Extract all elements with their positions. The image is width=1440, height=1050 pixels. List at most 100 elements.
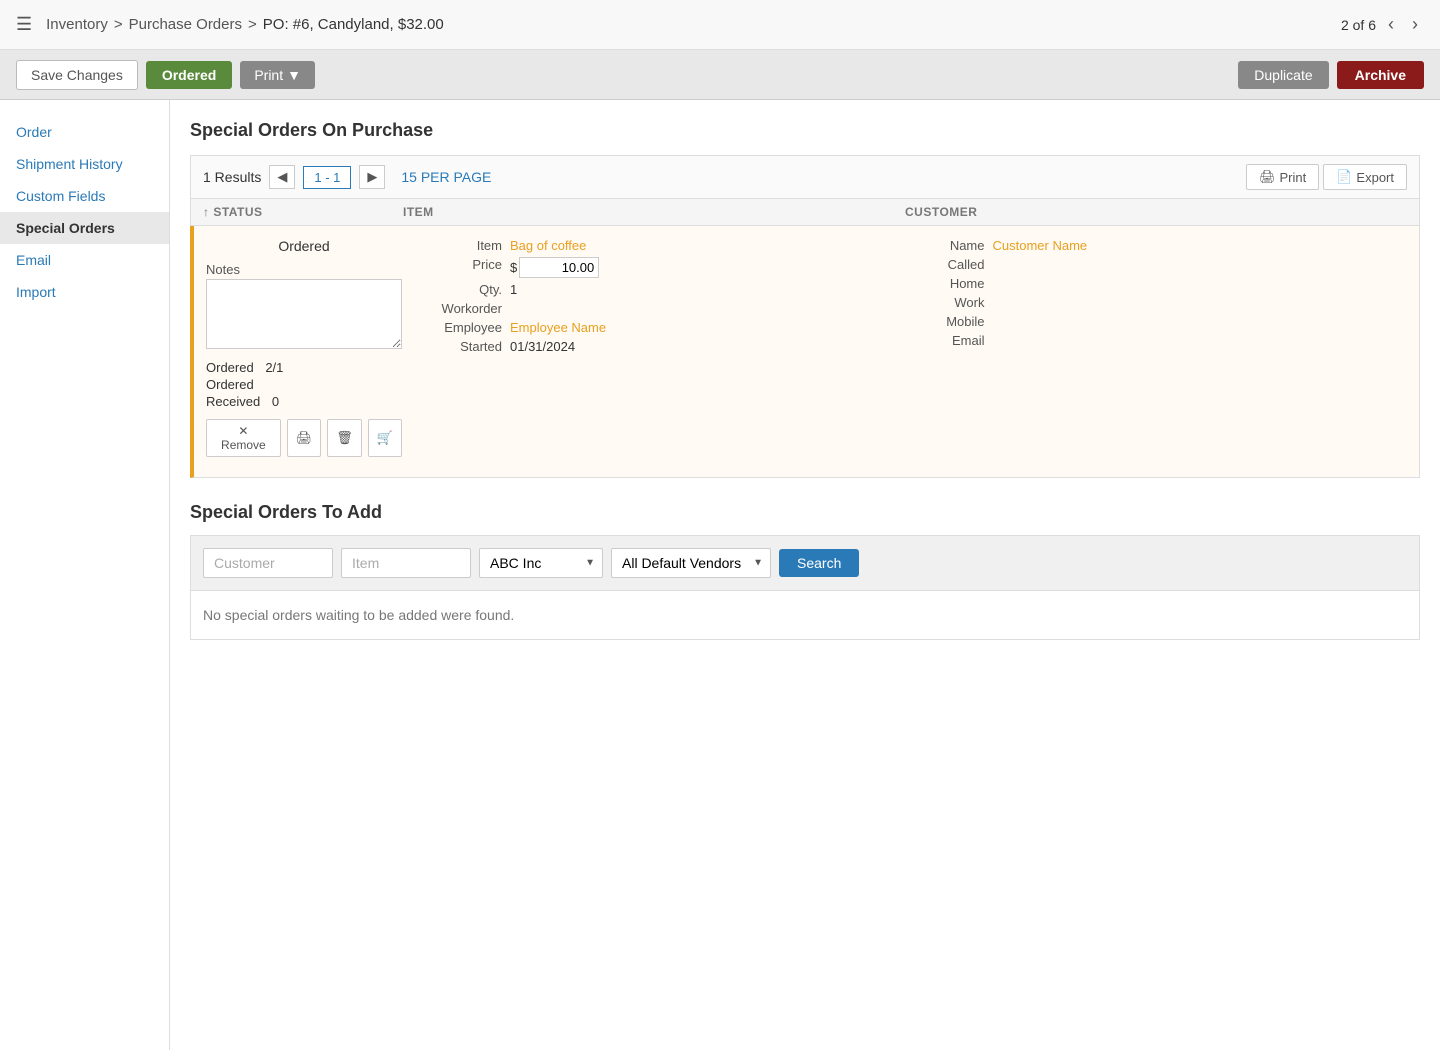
breadcrumb-sep2: > [248, 16, 257, 33]
sidebar-link-shipment-history[interactable]: Shipment History [16, 156, 123, 172]
sidebar: Order Shipment History Custom Fields Spe… [0, 100, 170, 1050]
pagination-label: 2 of 6 [1341, 17, 1376, 33]
cust-name-value[interactable]: Customer Name [993, 238, 1088, 253]
results-bar: 1 Results ◀ 1 - 1 ▶ 15 PER PAGE 🖨 Print … [190, 155, 1420, 199]
received-label: Received [206, 394, 260, 409]
results-export-label: Export [1356, 170, 1394, 185]
vendor-select[interactable]: ABC Inc Other Vendor [479, 548, 603, 578]
table-header: ↑ STATUS ITEM CUSTOMER [190, 199, 1420, 226]
notes-textarea[interactable] [206, 279, 402, 349]
notes-label: Notes [206, 262, 402, 277]
results-bar-left: 1 Results ◀ 1 - 1 ▶ 15 PER PAGE [203, 165, 491, 189]
cust-mobile-label: Mobile [925, 314, 985, 329]
ordered-meta-1: Ordered 2/1 [206, 360, 402, 375]
breadcrumb-inventory[interactable]: Inventory [46, 16, 108, 33]
sidebar-item-special-orders[interactable]: Special Orders [0, 212, 169, 244]
order-row-right: Name Customer Name Called Home Work [905, 238, 1408, 465]
special-orders-to-add-section: Special Orders To Add ABC Inc Other Vend… [190, 502, 1420, 640]
delete-row-button[interactable]: 🗑 [327, 419, 362, 457]
customer-detail-name: Name Customer Name [925, 238, 1408, 253]
customer-search-input[interactable] [203, 548, 333, 578]
pagination-next-button[interactable]: › [1406, 12, 1424, 37]
print-button[interactable]: Print ▼ [240, 61, 315, 89]
ordered-button[interactable]: Ordered [146, 61, 232, 89]
section-title-to-add: Special Orders To Add [190, 502, 1420, 523]
ordered-label-2: Ordered [206, 377, 254, 392]
cart-row-button[interactable]: 🛒 [368, 419, 402, 457]
page-indicator: 1 - 1 [303, 166, 351, 189]
print-row-button[interactable]: 🖨 [287, 419, 322, 457]
menu-icon[interactable]: ☰ [16, 14, 32, 35]
item-value[interactable]: Bag of coffee [510, 238, 586, 253]
sidebar-link-email[interactable]: Email [16, 252, 51, 268]
employee-label: Employee [422, 320, 502, 335]
cust-name-label: Name [925, 238, 985, 253]
page-prev-button[interactable]: ◀ [269, 165, 295, 189]
cust-work-label: Work [925, 295, 985, 310]
cust-called-label: Called [925, 257, 985, 272]
remove-button[interactable]: ✕ Remove [206, 419, 281, 457]
add-orders-bar: ABC Inc Other Vendor All Default Vendors… [190, 535, 1420, 591]
results-export-button[interactable]: 📄 Export [1323, 164, 1407, 190]
sidebar-item-order[interactable]: Order [0, 116, 169, 148]
customer-detail-work: Work [925, 295, 1408, 310]
action-bar-right: Duplicate Archive [1238, 61, 1424, 89]
save-changes-button[interactable]: Save Changes [16, 60, 138, 90]
sidebar-item-custom-fields[interactable]: Custom Fields [0, 180, 169, 212]
order-row: Ordered Notes Ordered 2/1 Ordered [190, 226, 1420, 478]
export-icon: 📄 [1336, 169, 1352, 185]
order-status-label: Ordered [206, 238, 402, 254]
pagination-prev-button[interactable]: ‹ [1382, 12, 1400, 37]
sidebar-item-shipment-history[interactable]: Shipment History [0, 148, 169, 180]
currency-symbol: $ [510, 260, 517, 275]
top-bar: ☰ Inventory > Purchase Orders > PO: #6, … [0, 0, 1440, 50]
order-meta: Ordered 2/1 Ordered Received 0 [206, 360, 402, 409]
col-header-status[interactable]: ↑ STATUS [203, 205, 403, 219]
customer-detail-home: Home [925, 276, 1408, 291]
duplicate-button[interactable]: Duplicate [1238, 61, 1328, 89]
workorder-label: Workorder [422, 301, 502, 316]
price-label: Price [422, 257, 502, 272]
per-page-link[interactable]: 15 PER PAGE [401, 169, 491, 185]
sidebar-link-order[interactable]: Order [16, 124, 52, 140]
breadcrumb-current: PO: #6, Candyland, $32.00 [263, 16, 444, 33]
item-detail-employee: Employee Employee Name [422, 320, 905, 335]
archive-button[interactable]: Archive [1337, 61, 1424, 89]
sidebar-label-special-orders: Special Orders [16, 220, 115, 236]
order-row-left: Ordered Notes Ordered 2/1 Ordered [206, 238, 402, 465]
sidebar-link-custom-fields[interactable]: Custom Fields [16, 188, 105, 204]
search-button[interactable]: Search [779, 549, 859, 577]
item-search-input[interactable] [341, 548, 471, 578]
breadcrumb: ☰ Inventory > Purchase Orders > PO: #6, … [16, 14, 444, 35]
qty-value: 1 [510, 282, 517, 297]
received-value: 0 [272, 394, 279, 409]
no-results-message: No special orders waiting to be added we… [190, 591, 1420, 640]
price-input[interactable] [519, 257, 599, 278]
col-header-item: ITEM [403, 205, 905, 219]
employee-value[interactable]: Employee Name [510, 320, 606, 335]
item-detail-workorder: Workorder [422, 301, 905, 316]
breadcrumb-purchase-orders[interactable]: Purchase Orders [129, 16, 242, 33]
item-detail-price: Price $ [422, 257, 905, 278]
action-bar: Save Changes Ordered Print ▼ Duplicate A… [0, 50, 1440, 100]
results-print-button[interactable]: 🖨 Print [1246, 164, 1319, 190]
all-vendors-select-wrapper: All Default Vendors Custom Vendors [611, 548, 771, 578]
item-detail-qty: Qty. 1 [422, 282, 905, 297]
cust-home-label: Home [925, 276, 985, 291]
printer-icon: 🖨 [1259, 169, 1276, 185]
sidebar-item-import[interactable]: Import [0, 276, 169, 308]
vendor-select-wrapper: ABC Inc Other Vendor [479, 548, 603, 578]
results-bar-right: 🖨 Print 📄 Export [1246, 164, 1407, 190]
page-next-button[interactable]: ▶ [359, 165, 385, 189]
sidebar-link-import[interactable]: Import [16, 284, 56, 300]
started-label: Started [422, 339, 502, 354]
content-area: Special Orders On Purchase 1 Results ◀ 1… [170, 100, 1440, 1050]
item-label: Item [422, 238, 502, 253]
special-orders-on-purchase-section: Special Orders On Purchase 1 Results ◀ 1… [190, 120, 1420, 478]
sidebar-item-email[interactable]: Email [0, 244, 169, 276]
print-arrow-icon: ▼ [287, 67, 301, 83]
all-vendors-select[interactable]: All Default Vendors Custom Vendors [611, 548, 771, 578]
pagination-nav: 2 of 6 ‹ › [1341, 12, 1424, 37]
customer-detail-mobile: Mobile [925, 314, 1408, 329]
ordered-value-1: 2/1 [265, 360, 283, 375]
